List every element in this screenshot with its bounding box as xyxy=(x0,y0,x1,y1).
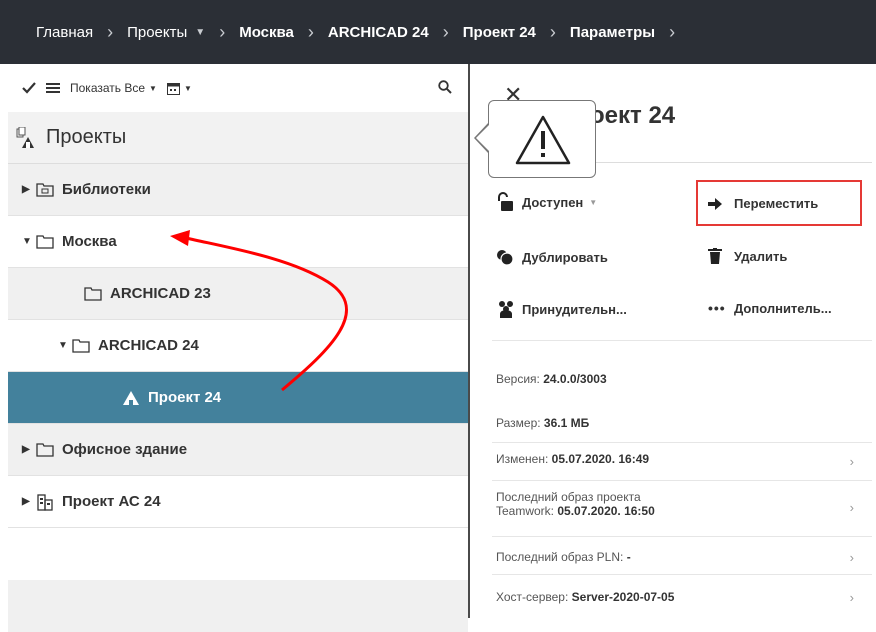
annotation-arrow xyxy=(170,230,349,392)
